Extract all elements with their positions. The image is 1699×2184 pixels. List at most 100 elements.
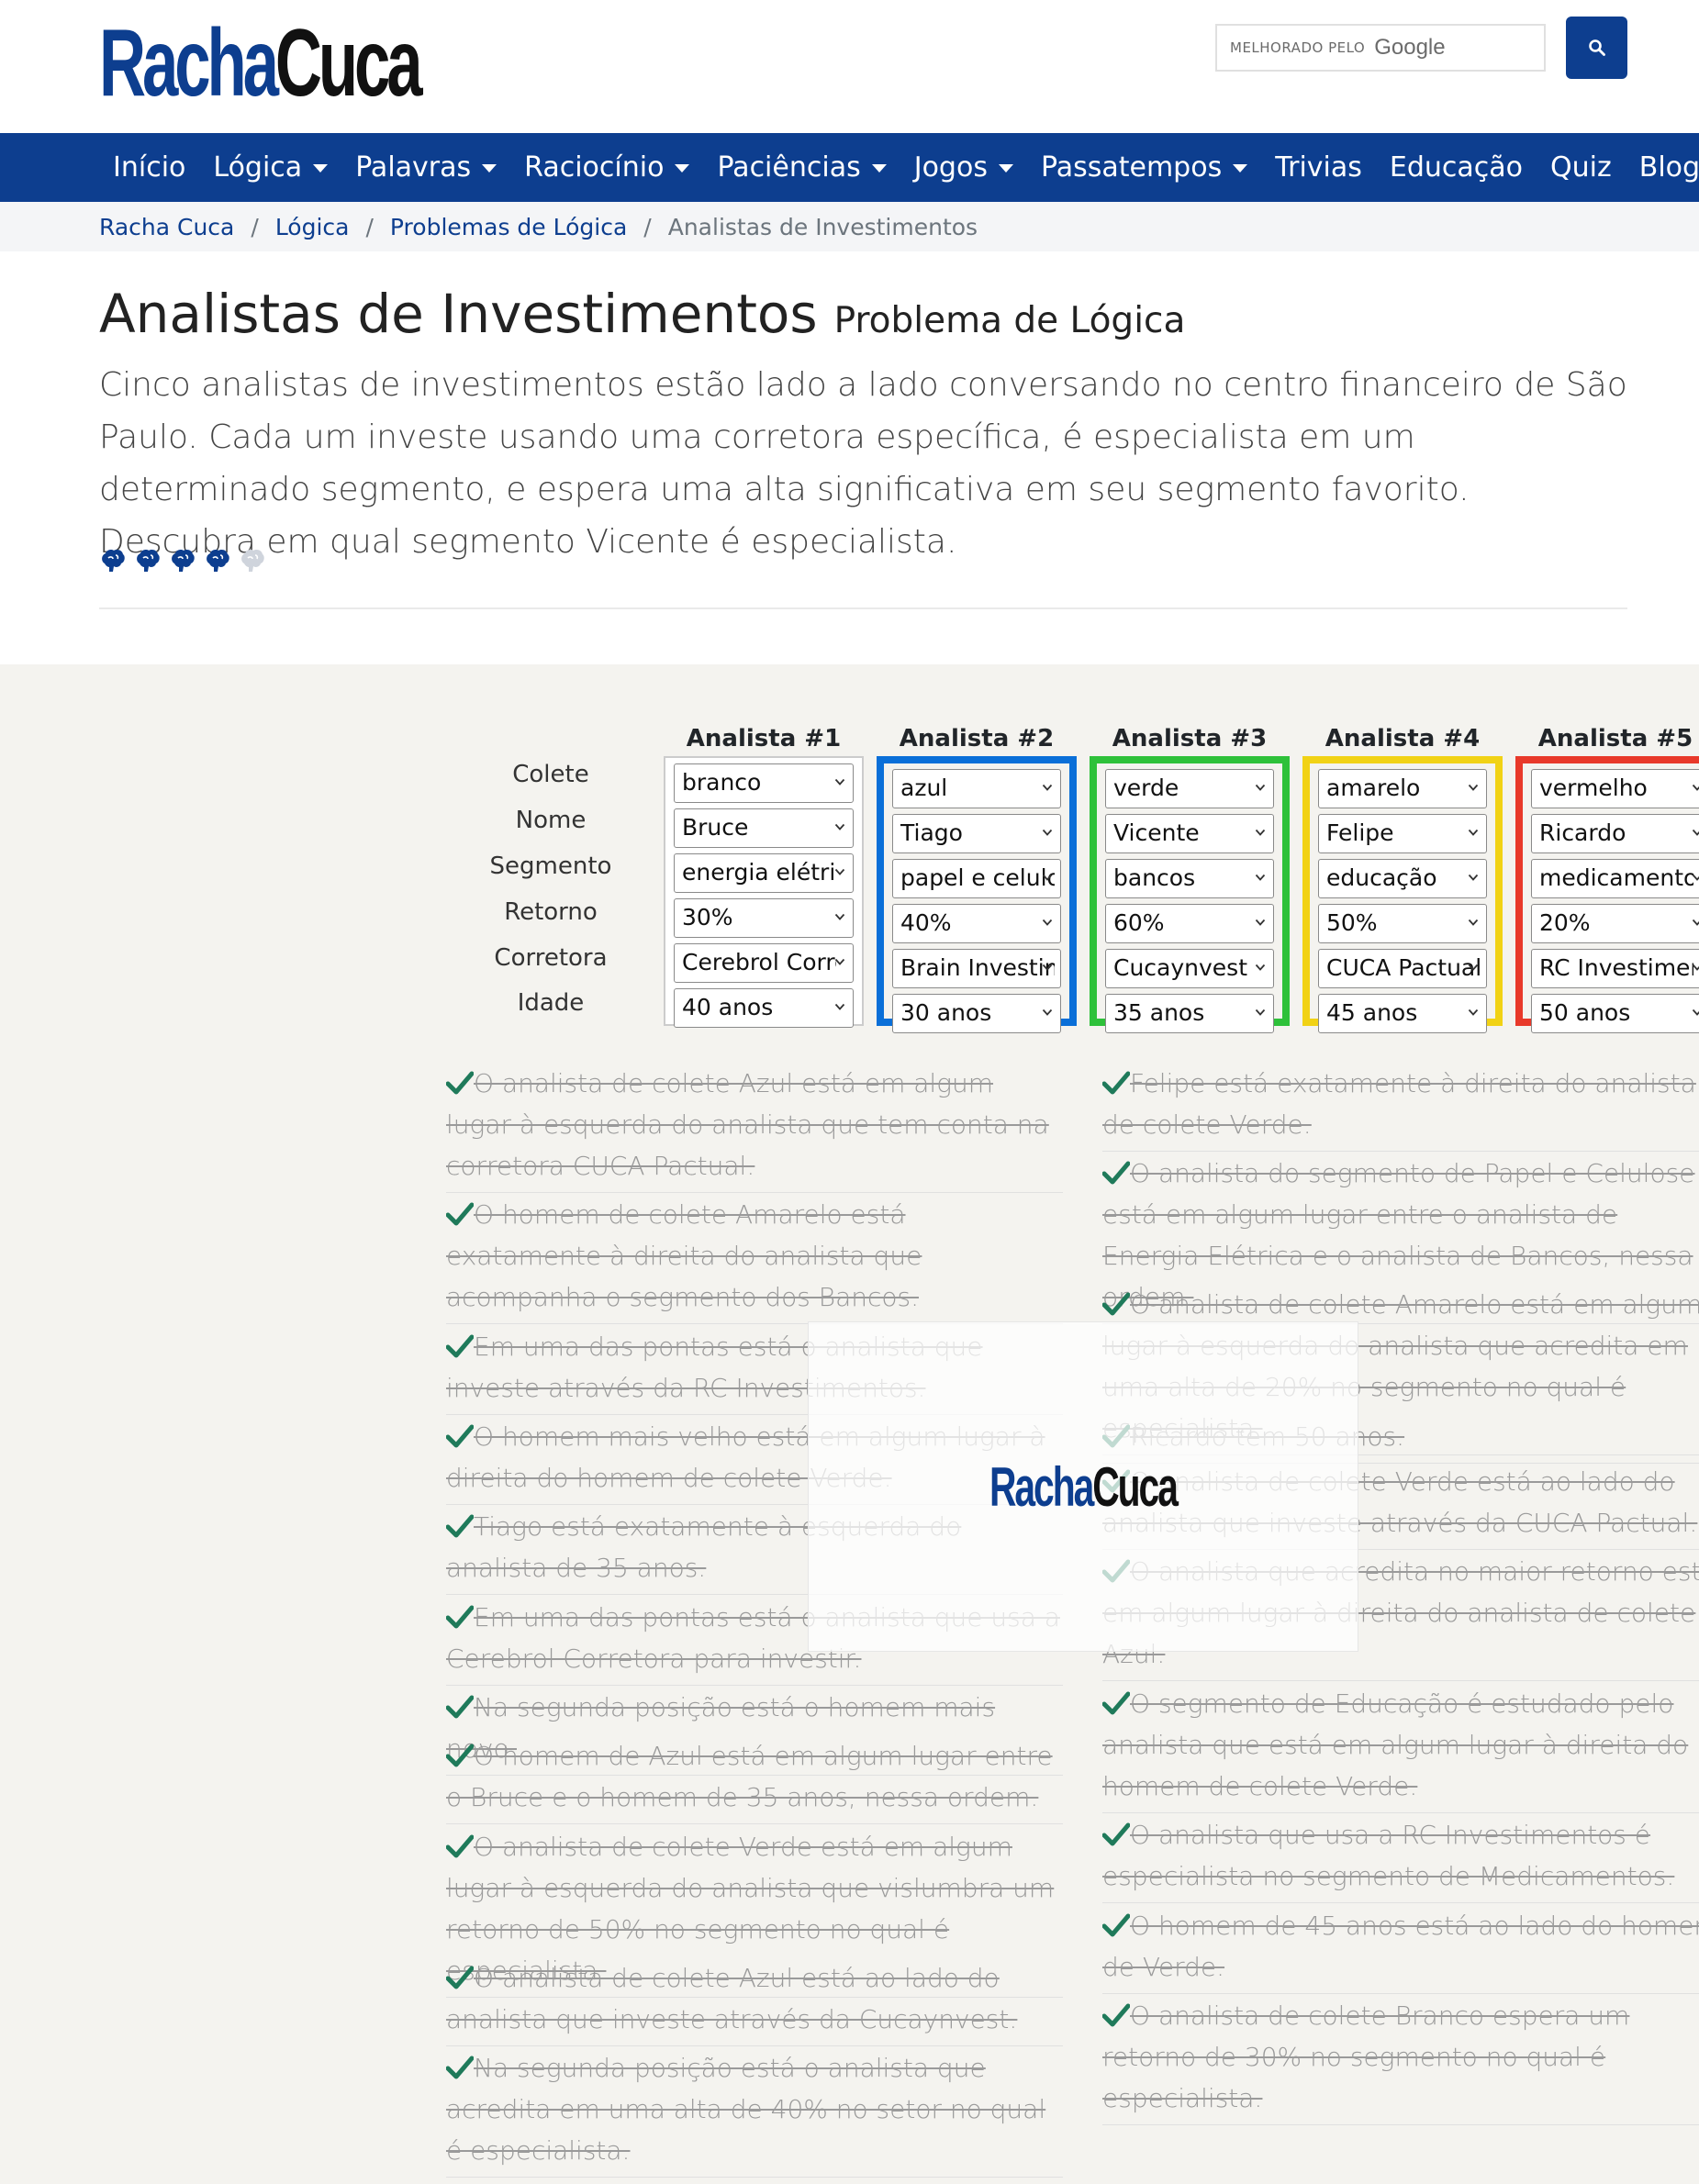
breadcrumb-problemas[interactable]: Problemas de Lógica: [390, 214, 627, 240]
nav-item-label: Paciências: [717, 151, 861, 184]
chevron-down-icon: [834, 778, 845, 786]
select-retorno-4[interactable]: 50%: [1318, 904, 1487, 943]
select-colete-2[interactable]: azul: [892, 769, 1061, 808]
select-retorno-1[interactable]: 30%: [674, 898, 854, 938]
select-value: 40 anos: [682, 994, 774, 1020]
nav-item-label: Passatempos: [1040, 151, 1223, 184]
checkmark-icon: [1102, 1161, 1130, 1185]
caret-down-icon: [675, 164, 690, 173]
clue-item[interactable]: O analista de colete Branco espera um re…: [1102, 1995, 1699, 2125]
nav-item-quiz[interactable]: Quiz: [1537, 151, 1626, 184]
select-retorno-5[interactable]: 20%: [1531, 904, 1699, 943]
checkmark-icon: [446, 1966, 474, 1989]
select-colete-5[interactable]: vermelho: [1531, 769, 1699, 808]
site-logo[interactable]: Racha Cuca: [99, 10, 423, 117]
select-retorno-2[interactable]: 40%: [892, 904, 1061, 943]
nav-item-label: Jogos: [913, 151, 988, 184]
checkmark-icon: [1102, 1292, 1130, 1316]
select-corretora-1[interactable]: Cerebrol Corretora: [674, 943, 854, 983]
chevron-down-icon: [1692, 1008, 1699, 1016]
chevron-down-icon: [1468, 1008, 1479, 1016]
analyst-card-4: amarelo Felipe educação 50% CUCA Pactual 45 a…: [1302, 756, 1503, 1033]
select-idade-3[interactable]: 35 anos: [1105, 994, 1274, 1033]
nav-item-inicio[interactable]: Início: [99, 151, 199, 184]
brain-filled-icon: [172, 550, 195, 572]
caret-down-icon: [313, 164, 329, 173]
clue-item[interactable]: O analista que usa a RC Investimentos é …: [1102, 1814, 1699, 1903]
chevron-down-icon: [1255, 919, 1266, 926]
select-nome-2[interactable]: Tiago: [892, 814, 1061, 853]
select-idade-2[interactable]: 30 anos: [892, 994, 1061, 1033]
select-retorno-3[interactable]: 60%: [1105, 904, 1274, 943]
nav-item-logica[interactable]: Lógica: [199, 151, 341, 184]
select-value: amarelo: [1326, 774, 1421, 801]
checkmark-icon: [446, 1695, 474, 1719]
select-idade-1[interactable]: 40 anos: [674, 988, 854, 1028]
select-value: Vicente: [1113, 819, 1200, 846]
caret-down-icon: [998, 164, 1013, 173]
clue-item[interactable]: O homem de Azul está em algum lugar entr…: [446, 1735, 1063, 1824]
nav-item-blog[interactable]: Blog: [1626, 151, 1699, 184]
search-button[interactable]: [1566, 17, 1627, 79]
clue-item[interactable]: O homem de colete Amarelo está exatament…: [446, 1194, 1063, 1324]
select-segmento-5[interactable]: medicamentos: [1531, 859, 1699, 898]
nav-item-passatempos[interactable]: Passatempos: [1027, 151, 1261, 184]
select-value: 50%: [1326, 909, 1378, 936]
select-value: medicamentos: [1539, 864, 1693, 891]
chevron-down-icon: [1042, 964, 1053, 971]
breadcrumb-home[interactable]: Racha Cuca: [99, 214, 234, 240]
row-label-segmento: Segmento: [489, 852, 612, 880]
select-segmento-3[interactable]: bancos: [1105, 859, 1274, 898]
logo-cuca-text: Cuca: [274, 10, 423, 117]
nav-item-label: Início: [113, 151, 186, 184]
clue-item[interactable]: O analista de colete Azul está em algum …: [446, 1063, 1063, 1193]
checkmark-icon: [446, 1514, 474, 1538]
brain-filled-icon: [207, 550, 229, 572]
select-value: 35 anos: [1113, 999, 1205, 1026]
clue-item[interactable]: Na segunda posição está o analista que a…: [446, 2047, 1063, 2178]
clue-item[interactable]: Felipe está exatamente à direita do anal…: [1102, 1063, 1699, 1152]
clue-item[interactable]: O analista de colete Azul está ao lado d…: [446, 1957, 1063, 2046]
row-label-corretora: Corretora: [494, 944, 608, 972]
select-corretora-2[interactable]: Brain Investimentos: [892, 949, 1061, 988]
select-segmento-2[interactable]: papel e celulose: [892, 859, 1061, 898]
checkmark-icon: [1102, 2003, 1130, 2027]
nav-item-palavras[interactable]: Palavras: [341, 151, 510, 184]
select-nome-4[interactable]: Felipe: [1318, 814, 1487, 853]
select-value: azul: [900, 774, 948, 801]
nav-item-trivias[interactable]: Trivias: [1261, 151, 1376, 184]
nav-item-raciocinio[interactable]: Raciocínio: [510, 151, 703, 184]
clue-text: O homem de Azul está em algum lugar entr…: [446, 1741, 1053, 1812]
brain-empty-icon: [241, 550, 264, 572]
analyst-header-1: Analista #1: [686, 725, 842, 752]
breadcrumb-logica[interactable]: Lógica: [275, 214, 350, 240]
nav-item-label: Trivias: [1275, 151, 1362, 184]
chevron-down-icon: [1692, 874, 1699, 881]
select-nome-3[interactable]: Vicente: [1105, 814, 1274, 853]
select-segmento-4[interactable]: educação: [1318, 859, 1487, 898]
caret-down-icon: [482, 164, 497, 173]
nav-item-label: Educação: [1389, 151, 1524, 184]
select-corretora-4[interactable]: CUCA Pactual: [1318, 949, 1487, 988]
select-segmento-1[interactable]: energia elétrica: [674, 853, 854, 893]
nav-item-paciencias[interactable]: Paciências: [703, 151, 900, 184]
select-idade-5[interactable]: 50 anos: [1531, 994, 1699, 1033]
nav-item-jogos[interactable]: Jogos: [900, 151, 1027, 184]
select-idade-4[interactable]: 45 anos: [1318, 994, 1487, 1033]
chevron-down-icon: [1255, 874, 1266, 881]
nav-item-educacao[interactable]: Educação: [1376, 151, 1537, 184]
checkmark-icon: [446, 1334, 474, 1358]
select-colete-4[interactable]: amarelo: [1318, 769, 1487, 808]
select-colete-3[interactable]: verde: [1105, 769, 1274, 808]
clue-text: Na segunda posição está o analista que a…: [446, 2053, 1046, 2166]
select-nome-1[interactable]: Bruce: [674, 808, 854, 848]
search-input[interactable]: MELHORADO PELO Google: [1215, 24, 1546, 72]
select-colete-1[interactable]: branco: [674, 763, 854, 803]
select-nome-5[interactable]: Ricardo: [1531, 814, 1699, 853]
analyst-card-1: branco Bruce energia elétrica 30% Cerebrol C…: [664, 756, 864, 1028]
clue-item[interactable]: O homem de 45 anos está ao lado do homem…: [1102, 1905, 1699, 1994]
clue-item[interactable]: O segmento de Educação é estudado pelo a…: [1102, 1683, 1699, 1813]
select-corretora-5[interactable]: RC Investimentos: [1531, 949, 1699, 988]
chevron-down-icon: [1692, 964, 1699, 971]
select-corretora-3[interactable]: Cucaynvest: [1105, 949, 1274, 988]
